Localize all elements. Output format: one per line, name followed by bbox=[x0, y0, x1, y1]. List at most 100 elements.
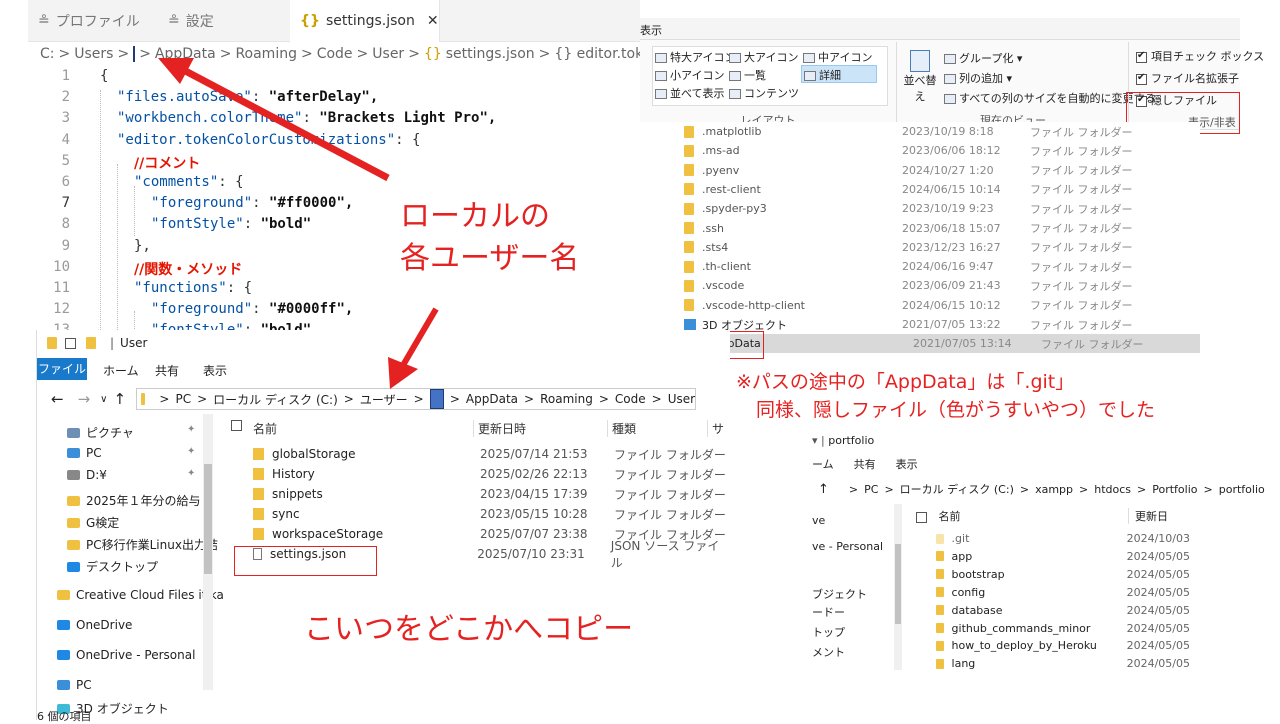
forward-arrow-icon[interactable]: → bbox=[78, 390, 91, 408]
list-item[interactable]: app 2024/05/05 bbox=[936, 550, 1190, 563]
menu-home[interactable]: ホーム bbox=[103, 362, 139, 379]
path-segment[interactable]: PC bbox=[864, 483, 878, 496]
scrollbar[interactable] bbox=[203, 414, 213, 690]
layout-medium-icons[interactable]: 中アイコン bbox=[803, 49, 872, 65]
nav-item[interactable]: ve bbox=[812, 514, 825, 527]
address-bar[interactable]: ↑ > PC > ローカル ディスク (C:) > xampp > htdocs > Po… bbox=[812, 478, 1265, 500]
path-segment[interactable]: Roaming bbox=[540, 392, 593, 406]
nav-item[interactable]: ブジェクト bbox=[812, 586, 867, 602]
path-segment[interactable]: PC bbox=[175, 392, 191, 406]
nav-item[interactable]: Creative Cloud Files itika bbox=[57, 588, 224, 602]
nav-item[interactable]: PC bbox=[57, 678, 92, 692]
nav-item[interactable]: PC bbox=[67, 446, 102, 460]
pin-icon[interactable]: ✦ bbox=[187, 446, 195, 457]
column-name[interactable]: 名前 bbox=[939, 510, 961, 523]
code-line[interactable]: "fontStyle": "bold" bbox=[151, 216, 311, 232]
list-item[interactable]: database 2024/05/05 bbox=[936, 604, 1190, 617]
layout-details[interactable]: 詳細 bbox=[801, 65, 877, 83]
menu-file[interactable]: ファイル bbox=[37, 358, 87, 380]
list-item[interactable]: .th-client 2024/06/16 9:47 ファイル フォルダー bbox=[640, 257, 1200, 276]
list-item[interactable]: .ms-ad 2023/06/06 18:12 ファイル フォルダー bbox=[640, 141, 1200, 160]
table-row[interactable]: sync 2023/05/15 10:28 ファイル フォルダー bbox=[227, 504, 731, 524]
breadcrumb-item[interactable]: {} editor.tokenC bbox=[554, 46, 640, 62]
table-row[interactable]: History 2025/02/26 22:13 ファイル フォルダー bbox=[227, 464, 731, 484]
nav-item[interactable]: 2025年１年分の給与 bbox=[67, 492, 201, 509]
nav-item[interactable]: G検定 bbox=[67, 514, 119, 531]
layout-large-icons[interactable]: 大アイコン bbox=[729, 49, 798, 65]
tab-settings-json[interactable]: {} settings.json ✕ bbox=[290, 0, 440, 42]
nav-item[interactable]: ve - Personal bbox=[812, 540, 883, 553]
layout-xl-icons[interactable]: 特大アイコン bbox=[655, 49, 735, 65]
nav-item[interactable]: OneDrive bbox=[57, 618, 132, 632]
item-checkbox-option[interactable]: 項目チェック ボックス bbox=[1136, 48, 1264, 64]
checkbox[interactable] bbox=[1136, 50, 1147, 63]
list-item[interactable]: .sts4 2023/12/23 16:27 ファイル フォルダー bbox=[640, 238, 1200, 257]
add-column-button[interactable]: 列の追加 ▾ bbox=[944, 70, 1012, 86]
list-item[interactable]: .git 2024/10/03 bbox=[936, 532, 1190, 545]
back-arrow-icon[interactable]: ← bbox=[51, 390, 64, 408]
list-item[interactable]: github_commands_minor 2024/05/05 bbox=[936, 622, 1190, 635]
layout-small-icons[interactable]: 小アイコン bbox=[655, 67, 724, 83]
nav-item[interactable]: PC移行作業Linux出力結 bbox=[67, 536, 218, 553]
path-segment[interactable]: htdocs bbox=[1094, 483, 1131, 496]
tab-settings[interactable]: ≗ 設定 bbox=[158, 0, 286, 42]
path-segment[interactable]: Portfolio bbox=[1152, 483, 1197, 496]
list-item[interactable]: how_to_deploy_by_Heroku 2024/05/05 bbox=[936, 639, 1190, 652]
list-item[interactable]: .spyder-py3 2023/10/19 9:23 ファイル フォルダー bbox=[640, 199, 1200, 218]
column-type[interactable]: 種類 bbox=[607, 420, 636, 437]
layout-tiles[interactable]: 並べて表示 bbox=[655, 85, 725, 101]
path-segment[interactable]: User bbox=[668, 392, 695, 406]
nav-item[interactable]: メント bbox=[812, 644, 845, 660]
menu-view[interactable]: 表示 bbox=[203, 362, 227, 379]
menu-home[interactable]: ーム bbox=[812, 456, 834, 472]
close-icon[interactable]: ✕ bbox=[427, 13, 439, 29]
menu-view[interactable]: 表示 bbox=[896, 456, 918, 472]
up-arrow-icon[interactable]: ↑ bbox=[818, 482, 829, 497]
fit-columns-button[interactable]: すべての列のサイズを自動的に変更する bbox=[944, 90, 1155, 106]
menu-share[interactable]: 共有 bbox=[155, 362, 179, 379]
group-by-button[interactable]: グループ化 ▾ bbox=[944, 50, 1022, 66]
breadcrumb-item[interactable]: C: bbox=[40, 46, 55, 62]
code-line[interactable]: "foreground": "#ff0000", bbox=[151, 195, 353, 211]
list-item[interactable]: lang 2024/05/05 bbox=[936, 657, 1190, 670]
list-item[interactable]: .ssh 2023/06/18 15:07 ファイル フォルダー bbox=[640, 219, 1200, 238]
list-item[interactable]: bootstrap 2024/05/05 bbox=[936, 568, 1190, 581]
code-line[interactable]: "fontStyle": "bold" bbox=[151, 322, 311, 330]
select-all-checkbox[interactable] bbox=[231, 420, 242, 431]
file-extension-option[interactable]: ファイル名拡張子 bbox=[1136, 70, 1239, 86]
path-segment[interactable]: AppData bbox=[466, 392, 518, 406]
code-line[interactable]: }, bbox=[134, 238, 151, 254]
column-name[interactable]: 名前 bbox=[253, 420, 277, 437]
tab-view[interactable]: 表示 bbox=[640, 22, 662, 38]
code-line[interactable]: "functions": { bbox=[134, 280, 252, 296]
code-line[interactable]: { bbox=[100, 68, 108, 84]
path-segment[interactable]: ローカル ディスク (C:) bbox=[900, 481, 1014, 497]
column-date[interactable]: 更新日時 bbox=[473, 420, 526, 437]
list-item[interactable]: .vscode-http-client 2024/06/15 10:12 ファイル … bbox=[640, 296, 1200, 315]
list-item[interactable]: .vscode 2023/06/09 21:43 ファイル フォルダー bbox=[640, 276, 1200, 295]
nav-item[interactable]: OneDrive - Personal bbox=[57, 648, 195, 662]
column-date[interactable]: 更新日 bbox=[1128, 508, 1168, 524]
checkbox[interactable] bbox=[1136, 72, 1147, 85]
path-segment[interactable]: xampp bbox=[1035, 483, 1073, 496]
select-all-checkbox[interactable] bbox=[916, 511, 927, 523]
list-item[interactable]: config 2024/05/05 bbox=[936, 586, 1190, 599]
nav-item[interactable]: ードー bbox=[812, 604, 845, 620]
path-segment[interactable]: portfolio bbox=[1219, 483, 1265, 496]
layout-content[interactable]: コンテンツ bbox=[729, 85, 799, 101]
nav-item[interactable]: D:¥ bbox=[67, 468, 107, 482]
table-row[interactable]: globalStorage 2025/07/14 21:53 ファイル フォルダー bbox=[227, 444, 731, 464]
tab-profile[interactable]: ≗ プロファイル bbox=[28, 0, 156, 42]
nav-item[interactable]: ピクチャ bbox=[67, 424, 134, 441]
pin-icon[interactable]: ✦ bbox=[187, 424, 195, 435]
layout-list[interactable]: 一覧 bbox=[729, 67, 766, 83]
path-segment[interactable]: Code bbox=[615, 392, 646, 406]
list-item[interactable]: .pyenv 2024/10/27 1:20 ファイル フォルダー bbox=[640, 161, 1200, 180]
scrollbar[interactable] bbox=[894, 504, 902, 670]
list-item[interactable]: .matplotlib 2023/10/19 8:18 ファイル フォルダー bbox=[640, 122, 1200, 141]
sort-button[interactable]: 並べ替え bbox=[900, 50, 940, 104]
up-arrow-icon[interactable]: ↑ bbox=[113, 390, 126, 408]
chevron-down-icon[interactable]: ∨ bbox=[100, 394, 107, 405]
column-size[interactable]: サ bbox=[707, 420, 724, 437]
list-item[interactable]: .rest-client 2024/06/15 10:14 ファイル フォルダー bbox=[640, 180, 1200, 199]
